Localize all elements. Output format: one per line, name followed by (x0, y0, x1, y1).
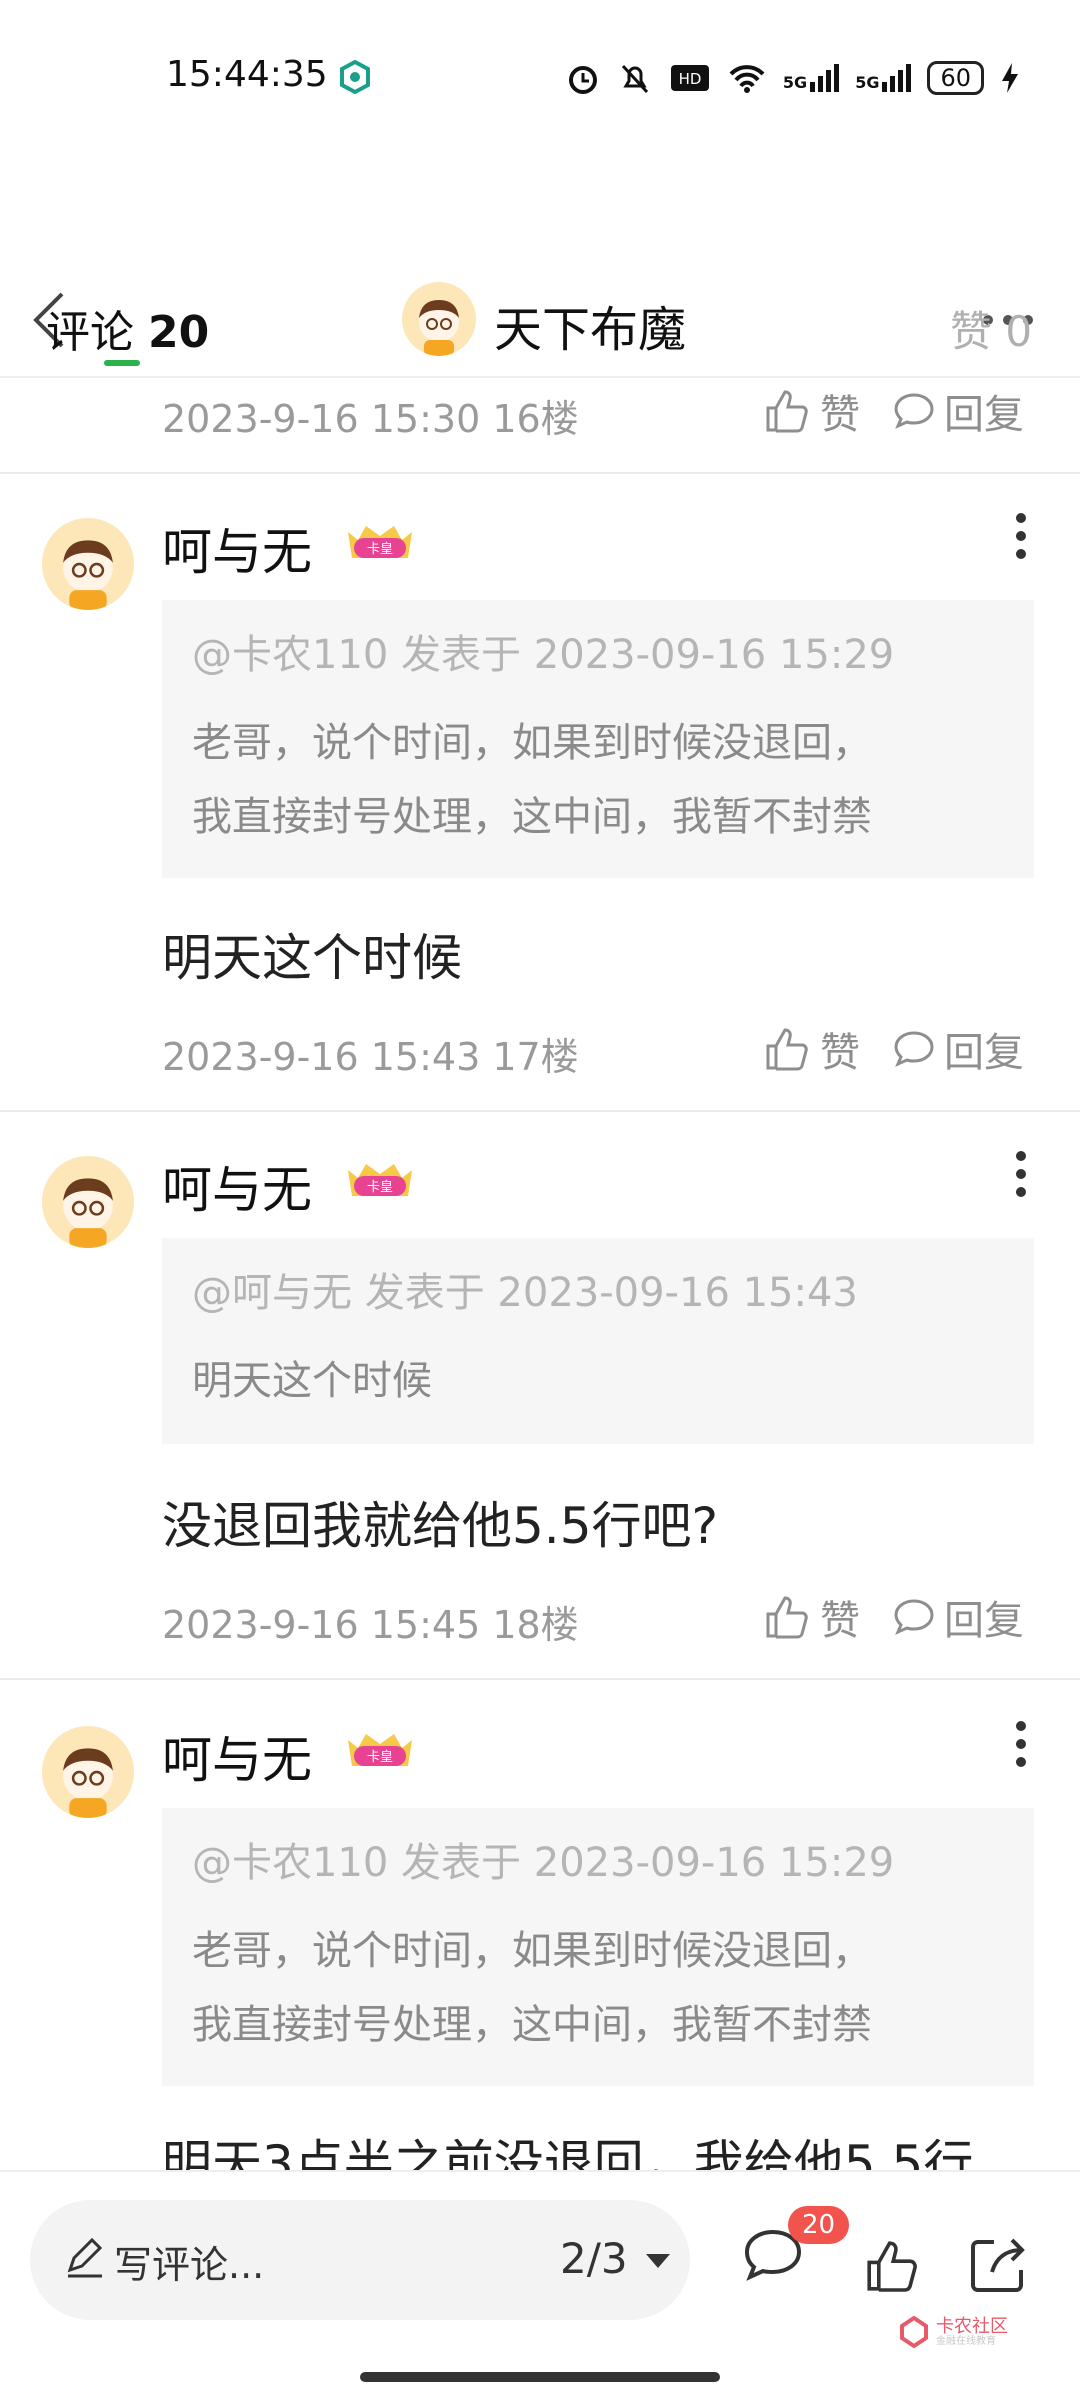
reply-label: 回复 (944, 1598, 1024, 1644)
avatar[interactable] (42, 1156, 134, 1248)
tab-likes[interactable]: 赞 0 (950, 298, 1032, 359)
comment-more-icon[interactable] (1010, 512, 1032, 560)
vip-badge-icon: 卡皇 (348, 1164, 412, 1196)
status-icons: HD 5G 5G 60 (565, 58, 1020, 98)
thumbs-up-icon (766, 1028, 808, 1071)
svg-text:卡皇: 卡皇 (367, 1750, 393, 1765)
author-name[interactable]: 呵与无 (162, 1150, 312, 1222)
quote-line: 我直接封号处理，这中间，我暂不封禁 (192, 2002, 872, 2048)
quote-block: @卡农110 发表于 2023-09-16 15:29 老哥，说个时间，如果到时… (162, 1808, 1034, 2086)
share-icon[interactable] (966, 2232, 1030, 2296)
vip-badge-icon: 卡皇 (348, 526, 412, 558)
signal-icon-1: 5G (783, 64, 840, 92)
quote-line: 明天这个时候 (192, 1358, 432, 1404)
comment-more-icon[interactable] (1010, 1150, 1032, 1198)
tab-comments[interactable]: 评论 20 (46, 296, 209, 360)
status-time: 15:44:35 (166, 54, 328, 95)
like-button[interactable]: 赞 (762, 1588, 860, 1646)
dropdown-caret-icon[interactable] (644, 2252, 672, 2270)
home-indicator[interactable] (360, 2372, 720, 2382)
comment-meta: 2023-9-16 15:45 18楼 (162, 1603, 579, 1647)
quote-block: @呵与无 发表于 2023-09-16 15:43 明天这个时候 (162, 1238, 1034, 1444)
like-label: 赞 (820, 1598, 860, 1644)
bottom-bar: 写评论... 2/3 20 卡农社区 金融在线教育 (0, 2170, 1080, 2400)
quote-meta: @卡农110 发表于 2023-09-16 15:29 (192, 632, 895, 678)
thumbs-up-icon (766, 390, 808, 433)
quote-line: 我直接封号处理，这中间，我暂不封禁 (192, 794, 872, 840)
comment-meta: 2023-9-16 15:43 17楼 (162, 1035, 579, 1079)
comment-input[interactable]: 写评论... (114, 2234, 264, 2289)
svg-text:卡皇: 卡皇 (367, 542, 393, 557)
avatar[interactable] (42, 518, 134, 610)
charging-icon (1002, 63, 1018, 93)
quote-meta: @呵与无 发表于 2023-09-16 15:43 (192, 1270, 858, 1316)
reply-bubble-icon (894, 1031, 934, 1067)
svg-text:卡皇: 卡皇 (367, 1180, 393, 1195)
svg-text:HD: HD (679, 70, 702, 88)
comment-text: 明天这个时候 (162, 929, 462, 987)
divider (0, 1678, 1080, 1680)
tab-active-indicator (104, 360, 140, 366)
alarm-icon (568, 66, 597, 94)
thumbs-up-icon (766, 1596, 808, 1639)
comment-input-box[interactable]: 写评论... 2/3 (30, 2200, 690, 2320)
reply-label: 回复 (944, 1030, 1024, 1076)
tab-comments-count: 20 (148, 307, 210, 358)
reply-button[interactable]: 回复 (892, 1588, 1024, 1646)
app-status-icon (340, 60, 370, 94)
page-indicator[interactable]: 2/3 (560, 2234, 628, 2283)
quote-line: 老哥，说个时间，如果到时候没退回， (192, 1928, 872, 1974)
tab-comments-label: 评论 (46, 307, 134, 358)
comment-more-icon[interactable] (1010, 1720, 1032, 1768)
like-button[interactable]: 赞 (762, 382, 860, 440)
like-label: 赞 (820, 392, 860, 438)
top-header: 天下布魔 (0, 140, 1080, 358)
divider (0, 472, 1080, 474)
reply-label: 回复 (944, 392, 1024, 438)
watermark-logo-icon (900, 2316, 928, 2348)
signal-icon-2: 5G (855, 64, 912, 92)
avatar[interactable] (42, 1726, 134, 1818)
reply-button[interactable]: 回复 (892, 382, 1024, 440)
reply-bubble-icon (894, 393, 934, 429)
vip-badge-icon: 卡皇 (348, 1734, 412, 1766)
author-name[interactable]: 呵与无 (162, 512, 312, 584)
watermark-subtext: 金融在线教育 (936, 2336, 996, 2348)
watermark-text: 卡农社区 (936, 2315, 1008, 2337)
pencil-icon (67, 2237, 103, 2278)
hd-icon: HD (670, 65, 709, 91)
quote-line: 老哥，说个时间，如果到时候没退回， (192, 720, 872, 766)
quote-block: @卡农110 发表于 2023-09-16 15:29 老哥，说个时间，如果到时… (162, 600, 1034, 878)
watermark-logo: 卡农社区 金融在线教育 (898, 2316, 1008, 2348)
reply-button[interactable]: 回复 (892, 1020, 1024, 1078)
mute-bell-icon (621, 64, 649, 94)
comment-count-badge: 20 (788, 2206, 850, 2244)
status-bar: 15:44:35 HD 5G 5G 60 (0, 0, 1080, 150)
reply-bubble-icon (894, 1599, 934, 1635)
quote-meta: @卡农110 发表于 2023-09-16 15:29 (192, 1840, 895, 1886)
like-label: 赞 (820, 1030, 860, 1076)
like-button[interactable]: 赞 (762, 1020, 860, 1078)
wifi-icon (729, 65, 765, 93)
comment-meta: 2023-9-16 15:30 16楼 (162, 397, 579, 441)
author-name[interactable]: 呵与无 (162, 1720, 312, 1792)
divider (0, 1110, 1080, 1112)
like-icon[interactable] (862, 2236, 922, 2296)
comment-text: 没退回我就给他5.5行吧? (162, 1497, 719, 1555)
battery-indicator: 60 (927, 61, 984, 95)
comment-tab-bar: 评论 20 赞 0 (0, 270, 1080, 378)
